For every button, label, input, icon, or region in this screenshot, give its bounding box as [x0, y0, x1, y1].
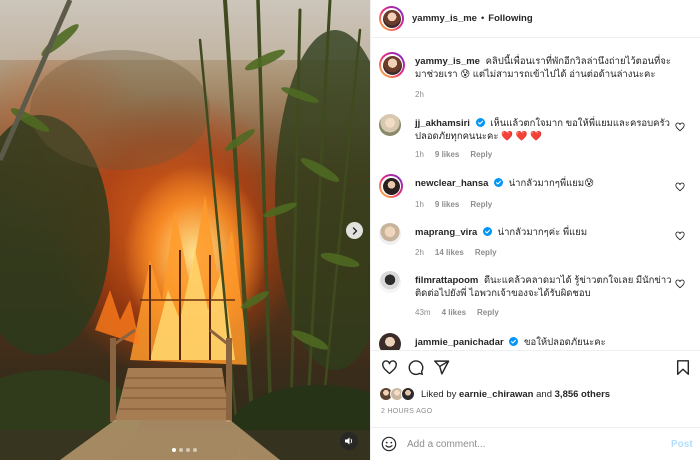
liker-avatars[interactable]	[379, 387, 421, 401]
likes-text: Liked by earnie_chirawan and 3,856 other…	[421, 389, 610, 400]
likes-prefix: Liked by	[421, 388, 460, 400]
speaker-icon	[345, 437, 353, 445]
fire-scene-illustration	[0, 0, 370, 460]
comments-list[interactable]: yammy_is_me คลิปนี้เพื่อนเราที่พักอีกวิล…	[371, 40, 700, 350]
comment-time: 43m	[415, 308, 431, 317]
comment-text-block: jammie_panichadar ขอให้ปลอดภัยนะคะ	[415, 337, 673, 350]
likes-and: and	[533, 388, 555, 400]
commenter-avatar[interactable]	[379, 271, 401, 293]
comment-heart-icon[interactable]	[675, 122, 685, 132]
commenter-avatar[interactable]	[379, 114, 401, 136]
header-separator: •	[480, 13, 485, 24]
verified-badge-icon	[475, 118, 485, 127]
likes-summary: Liked by earnie_chirawan and 3,856 other…	[379, 387, 610, 401]
comment-text: ขอให้ปลอดภัยนะคะ	[524, 337, 606, 348]
caption-meta: 2h	[415, 90, 424, 99]
next-slide-button[interactable]	[346, 222, 363, 239]
reply-button[interactable]: Reply	[475, 248, 497, 257]
comment-text-block: filmrattapoom ดีนะแคล้วคลาดมาได้ รู้ข่าว…	[415, 275, 673, 300]
post-actions: Liked by earnie_chirawan and 3,856 other…	[371, 350, 700, 415]
comment-bubble-icon[interactable]	[407, 359, 424, 376]
paper-plane-icon[interactable]	[433, 359, 450, 376]
comment-heart-icon[interactable]	[675, 182, 685, 192]
comment-text: น่ากลัวมากๆค่ะ พี่แยม	[497, 227, 588, 238]
likes-others-count[interactable]: 3,856 others	[555, 389, 610, 400]
carousel-dot	[172, 448, 176, 452]
carousel-dot	[186, 448, 190, 452]
post-comment-button[interactable]: Post	[671, 439, 693, 450]
heart-icon[interactable]	[381, 359, 398, 376]
verified-badge-icon	[494, 178, 504, 187]
comment-meta: 1h 9 likes Reply	[415, 200, 492, 209]
sound-toggle-button[interactable]	[340, 432, 358, 450]
add-comment-bar: Post	[371, 427, 700, 460]
comment-text-block: maprang_vira น่ากลัวมากๆค่ะ พี่แยม	[415, 227, 673, 240]
reply-button[interactable]: Reply	[470, 150, 492, 159]
comment-meta: 1h 9 likes Reply	[415, 150, 492, 159]
post-header: yammy_is_me • Following	[371, 0, 700, 38]
comment-time: 1h	[415, 150, 424, 159]
following-button[interactable]: Following	[488, 13, 532, 24]
comment-meta: 43m 4 likes Reply	[415, 308, 499, 317]
comment-text: น่ากลัวมากๆพี่แยม😰	[508, 178, 594, 189]
liked-by-user[interactable]: earnie_chirawan	[459, 389, 533, 400]
commenter-avatar[interactable]	[379, 333, 401, 350]
instagram-post: yammy_is_me • Following yammy_is_me คลิป…	[0, 0, 700, 460]
post-side-panel: yammy_is_me • Following yammy_is_me คลิป…	[370, 0, 700, 460]
author-username[interactable]: yammy_is_me	[412, 13, 477, 24]
comment-likes-count[interactable]: 14 likes	[435, 248, 464, 257]
comment-username[interactable]: jammie_panichadar	[415, 337, 504, 348]
comment-text-block: newclear_hansa น่ากลัวมากๆพี่แยม😰	[415, 178, 673, 191]
comment-time: 2h	[415, 248, 424, 257]
author-avatar[interactable]	[379, 6, 404, 31]
caption-username[interactable]: yammy_is_me	[415, 56, 480, 67]
comment-text-block: jj_akhamsiri เห็นแล้วตกใจมาก ขอให้พี่แยม…	[415, 118, 673, 143]
comment-heart-icon[interactable]	[675, 279, 685, 289]
smiley-icon[interactable]	[381, 436, 397, 452]
commenter-avatar[interactable]	[379, 223, 401, 245]
post-media-video[interactable]	[0, 0, 370, 460]
carousel-dot	[193, 448, 197, 452]
comment-input[interactable]	[407, 438, 657, 450]
carousel-dot	[179, 448, 183, 452]
comment-likes-count[interactable]: 9 likes	[435, 150, 459, 159]
comment-username[interactable]: jj_akhamsiri	[415, 118, 470, 129]
comment-meta: 2h 14 likes Reply	[415, 248, 497, 257]
chevron-right-icon	[352, 226, 357, 235]
action-icons-row	[379, 359, 693, 379]
comment-username[interactable]: maprang_vira	[415, 227, 477, 238]
comment-username[interactable]: newclear_hansa	[415, 178, 488, 189]
caption-time: 2h	[415, 90, 424, 99]
verified-badge-icon	[509, 337, 519, 346]
verified-badge-icon	[482, 227, 492, 236]
reply-button[interactable]: Reply	[477, 308, 499, 317]
comment-likes-count[interactable]: 9 likes	[435, 200, 459, 209]
bookmark-icon[interactable]	[675, 359, 691, 376]
post-timestamp: 2 HOURS AGO	[381, 408, 433, 415]
carousel-indicator	[172, 448, 197, 452]
comment-likes-count[interactable]: 4 likes	[442, 308, 466, 317]
reply-button[interactable]: Reply	[470, 200, 492, 209]
comment-username[interactable]: filmrattapoom	[415, 275, 478, 286]
comment-time: 1h	[415, 200, 424, 209]
caption-text-block: yammy_is_me คลิปนี้เพื่อนเราที่พักอีกวิล…	[415, 56, 673, 81]
commenter-avatar[interactable]	[379, 174, 403, 198]
comment-heart-icon[interactable]	[675, 231, 685, 241]
caption-avatar[interactable]	[379, 52, 405, 78]
